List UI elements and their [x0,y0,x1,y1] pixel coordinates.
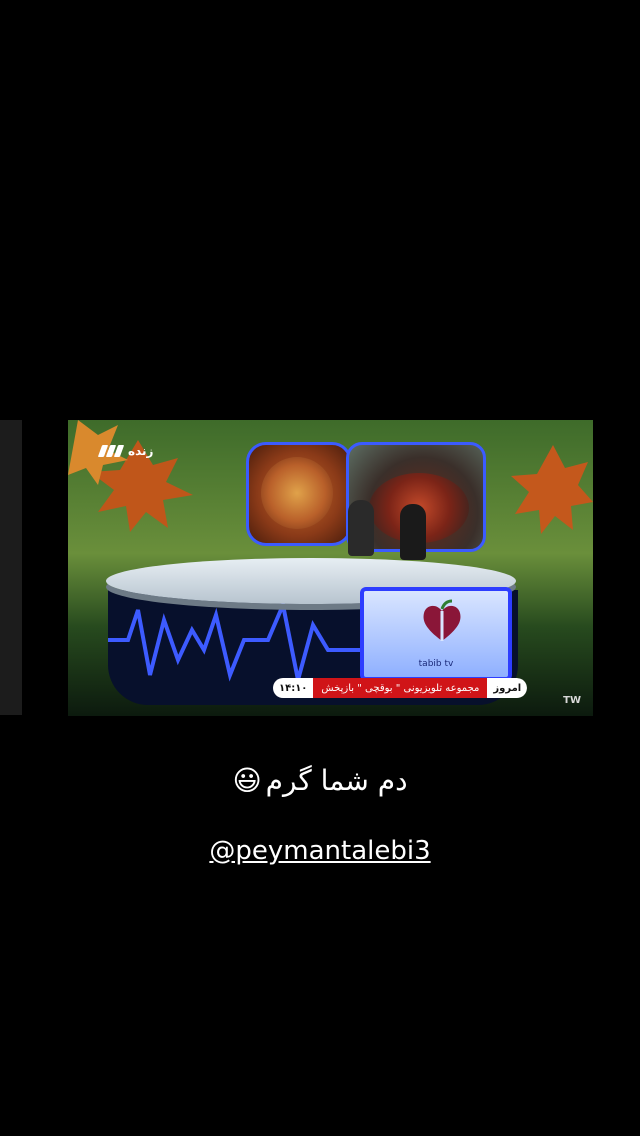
autumn-leaves-left-icon [68,420,193,532]
tv-screenshot: زنده tabib tv ۱۴:۱۰ مجموعه تلویزیونی " ب… [68,420,593,716]
live-label: زنده [128,444,154,458]
ticker-time: ۱۴:۱۰ [273,678,314,698]
left-edge-strip [0,420,22,715]
ticker-tag: امروز [487,678,528,698]
autumn-leaves-right-icon [511,445,593,534]
mention-handle-link[interactable]: @peymantalebi3 [209,836,430,866]
ticker-message: مجموعه تلویزیونی " بوقچی " بازپخش [313,678,488,698]
heart-logo-icon [423,599,461,641]
presenter-female [400,504,426,560]
story-caption: 😃 دم شما گرم [0,764,640,797]
studio-screen-left [246,442,352,546]
food-plate-icon [261,457,333,529]
news-ticker: ۱۴:۱۰ مجموعه تلویزیونی " بوقچی " بازپخش … [273,678,528,698]
presenter-male [348,500,374,556]
channel-watermark: TW [563,695,581,706]
smiley-emoji-icon: 😃 [232,764,262,797]
channel-bars-icon [97,445,125,457]
mention-handle-container: @peymantalebi3 [0,836,640,866]
tabib-brand-text: tabib tv [418,659,454,669]
tabib-logo-panel: tabib tv [360,587,512,681]
caption-text: دم شما گرم [265,764,408,797]
channel-logo: زنده [97,444,154,458]
